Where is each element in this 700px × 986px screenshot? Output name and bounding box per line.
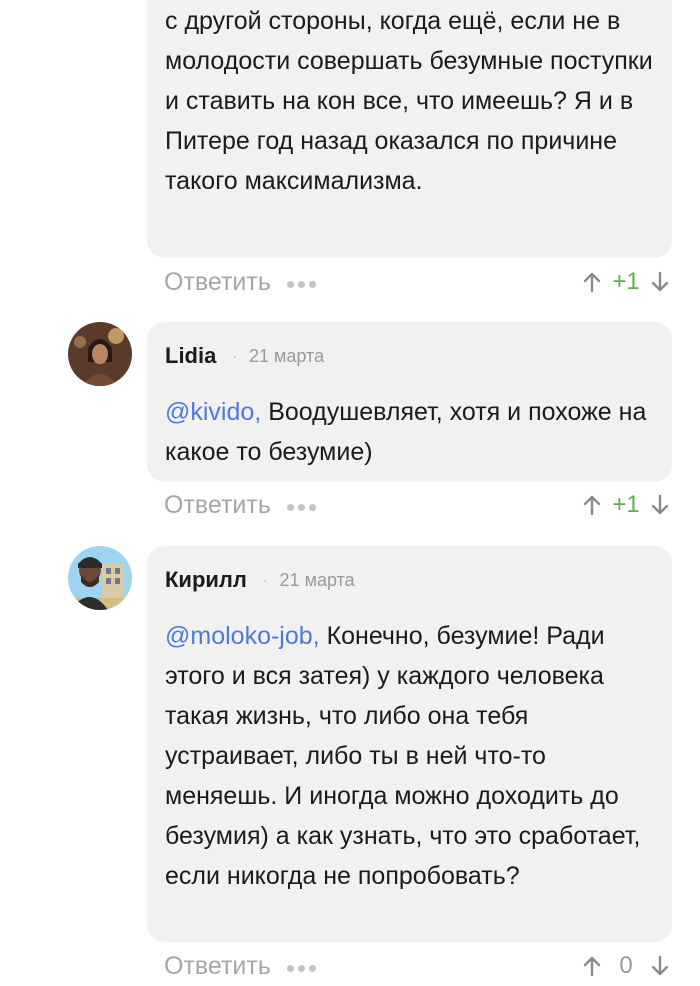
downvote-arrow-icon[interactable] <box>648 493 672 517</box>
vote-score: +1 <box>612 268 640 295</box>
vote-score: 0 <box>619 952 633 979</box>
comment-2-bubble: Lidia · 21 марта @kivido, Воодушевляет, … <box>147 322 672 482</box>
comment-date: 21 марта <box>249 345 325 366</box>
separator-dot: · <box>232 348 238 364</box>
downvote-arrow-icon[interactable] <box>648 954 672 978</box>
vote-controls: 0 <box>580 952 672 980</box>
comment-body: Конечно, безумие! Ради этого и вся затея… <box>165 622 641 890</box>
comment-date: 21 марта <box>279 569 355 590</box>
mention-link[interactable]: @kivido, <box>165 398 261 426</box>
upvote-arrow-icon[interactable] <box>580 493 604 517</box>
reply-button[interactable]: Ответить <box>164 952 271 981</box>
vote-score: +1 <box>612 491 640 518</box>
avatar-photo <box>68 546 132 610</box>
vote-controls: +1 <box>580 268 672 296</box>
avatar-photo <box>68 322 132 386</box>
comment-meta: Кирилл · 21 марта <box>165 565 654 595</box>
more-dots-icon[interactable] <box>286 503 316 511</box>
downvote-arrow-icon[interactable] <box>648 270 672 294</box>
mention-link[interactable]: @moloko-job, <box>165 622 320 650</box>
comment-meta: Lidia · 21 марта <box>165 341 654 371</box>
avatar[interactable] <box>68 322 132 386</box>
upvote-arrow-icon[interactable] <box>580 270 604 294</box>
more-dots-icon[interactable] <box>286 280 316 288</box>
comment-1-actions: Ответить +1 <box>164 264 672 300</box>
comment-1-text: с другой стороны, когда ещё, если не в м… <box>165 7 653 195</box>
vote-controls: +1 <box>580 491 672 519</box>
reply-button[interactable]: Ответить <box>164 268 271 297</box>
comment-2-text: @kivido, Воодушевляет, хотя и похоже на … <box>165 392 654 472</box>
upvote-arrow-icon[interactable] <box>580 954 604 978</box>
comment-2-actions: Ответить +1 <box>164 487 672 523</box>
author-name[interactable]: Lidia <box>165 343 216 369</box>
separator-dot: · <box>262 572 268 588</box>
comment-3-bubble: Кирилл · 21 марта @moloko-job, Конечно, … <box>147 546 672 942</box>
author-name[interactable]: Кирилл <box>165 567 247 593</box>
comment-3-text: @moloko-job, Конечно, безумие! Ради этог… <box>165 616 654 896</box>
avatar[interactable] <box>68 546 132 610</box>
comment-3-actions: Ответить 0 <box>164 948 672 984</box>
reply-button[interactable]: Ответить <box>164 491 271 520</box>
more-dots-icon[interactable] <box>286 964 316 972</box>
comment-1-bubble: с другой стороны, когда ещё, если не в м… <box>147 0 672 258</box>
